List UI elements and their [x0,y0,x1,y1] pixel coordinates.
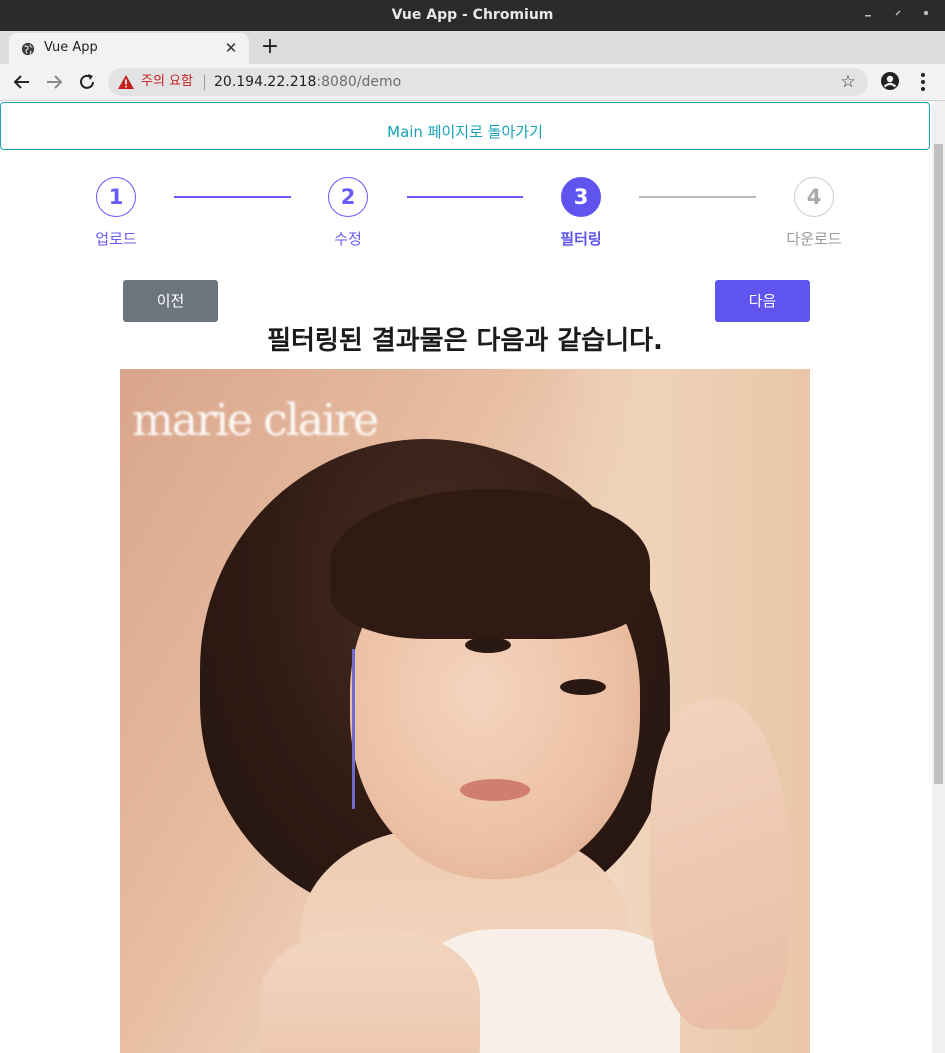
filtered-result-image: marie claire [120,369,810,1053]
browser-toolbar: 주의 요함 20.194.22.218:8080/demo ☆ [0,64,945,101]
step-number: 4 [794,177,834,217]
step-edit[interactable]: 2 수정 [298,177,398,249]
page-viewport: Main 페이지로 돌아가기 1 업로드 2 수정 3 필터링 4 다운로드 이… [0,101,945,1053]
step-connector-2 [407,196,523,198]
url-host: 20.194.22.218 [214,74,317,90]
restore-icon[interactable] [889,6,907,24]
minimize-icon[interactable] [859,6,877,24]
close-icon[interactable] [917,6,935,24]
result-heading: 필터링된 결과물은 다음과 같습니다. [267,326,663,356]
magazine-logo: marie claire [132,395,379,446]
profile-icon[interactable] [880,71,900,91]
step-label: 필터링 [560,230,602,248]
new-tab-icon[interactable]: + [258,35,282,59]
warning-icon [118,75,134,89]
photo-eye-right [560,679,606,695]
menu-kebab-icon[interactable] [916,71,930,93]
step-connector-3 [639,196,756,198]
reload-icon[interactable] [75,70,99,94]
photo-arm [260,929,480,1053]
url-path: :8080/demo [316,74,402,90]
step-download[interactable]: 4 다운로드 [764,177,864,249]
next-button[interactable]: 다음 [715,280,810,322]
progress-stepper: 1 업로드 2 수정 3 필터링 4 다운로드 [0,177,930,257]
step-label: 수정 [334,230,362,248]
browser-tab[interactable]: Vue App ✕ [9,33,249,64]
main-page-button[interactable]: Main 페이지로 돌아가기 [0,102,930,150]
tab-title: Vue App [44,40,98,55]
step-connector-1 [174,196,291,198]
step-upload[interactable]: 1 업로드 [66,177,166,249]
back-icon[interactable] [10,70,34,94]
scrollbar-thumb[interactable] [934,144,943,784]
tab-strip: Vue App ✕ + [0,31,945,64]
photo-bangs [330,489,650,639]
photo-eye-left [465,637,511,653]
globe-icon [21,42,35,56]
security-warning[interactable]: 주의 요함 [141,68,193,96]
step-number: 2 [328,177,368,217]
scrollbar-track[interactable] [932,101,945,1053]
window-title-bar: Vue App - Chromium [0,0,945,31]
step-filtering[interactable]: 3 필터링 [531,177,631,249]
address-divider [204,75,205,90]
bookmark-star-icon[interactable]: ☆ [836,70,860,94]
photo-lips [460,779,530,801]
step-number: 1 [96,177,136,217]
step-label: 다운로드 [786,230,842,248]
step-number: 3 [561,177,601,217]
tab-close-icon[interactable]: ✕ [223,40,239,56]
address-bar[interactable]: 주의 요함 20.194.22.218:8080/demo ☆ [108,68,868,96]
forward-icon[interactable] [42,70,66,94]
photo-earring [352,649,355,809]
url-text[interactable]: 20.194.22.218:8080/demo [214,68,401,96]
window-title: Vue App - Chromium [391,7,554,23]
photo-hand [650,699,790,1029]
step-label: 업로드 [95,230,137,248]
previous-button[interactable]: 이전 [123,280,218,322]
